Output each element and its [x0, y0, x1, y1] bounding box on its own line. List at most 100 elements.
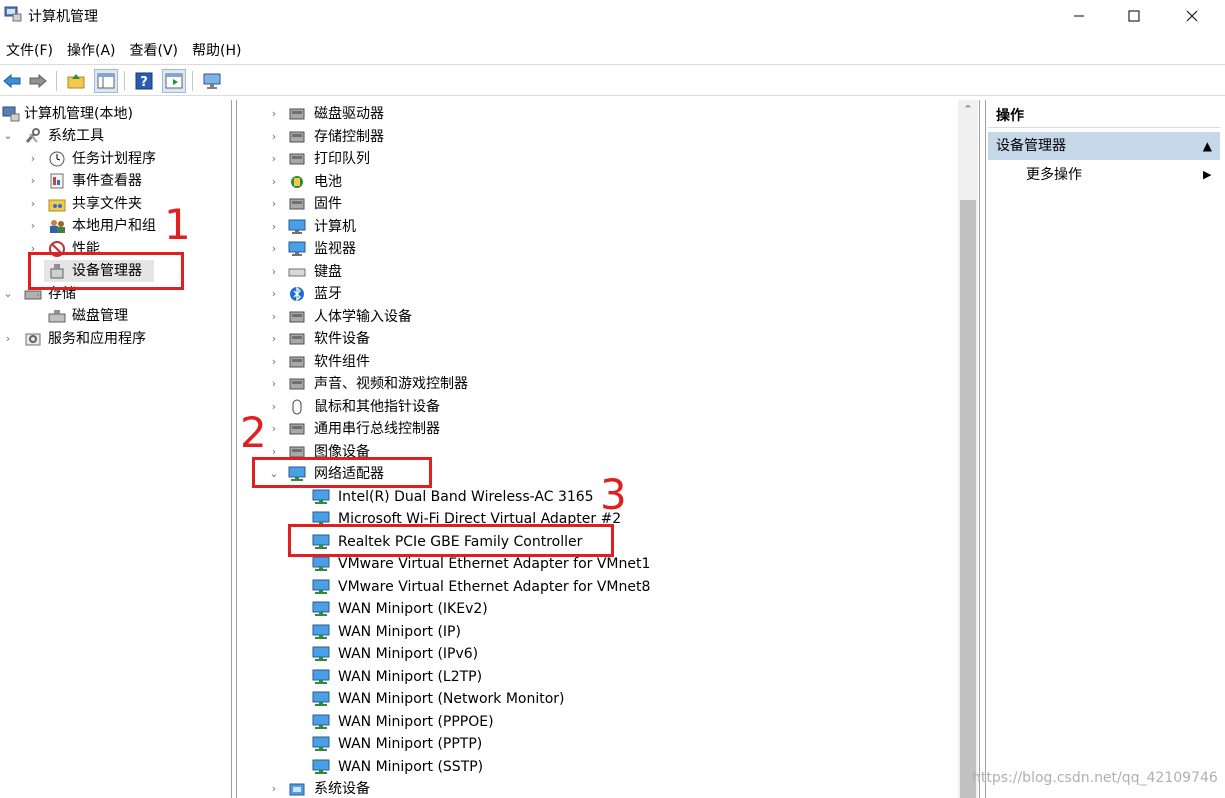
storage-controller-icon — [288, 129, 306, 145]
device-label: 软件设备 — [314, 331, 370, 347]
network-adapter-icon — [312, 646, 330, 662]
tools-icon — [24, 128, 42, 144]
chevron-right-icon[interactable]: › — [268, 418, 280, 440]
chevron-right-icon[interactable]: › — [268, 126, 280, 148]
chevron-right-icon[interactable]: › — [268, 216, 280, 238]
chevron-right-icon[interactable]: › — [268, 238, 280, 260]
network-adapter-icon — [312, 691, 330, 707]
properties-icon[interactable] — [162, 69, 186, 93]
keyboard-icon — [288, 264, 306, 280]
services-icon — [24, 331, 42, 347]
chevron-right-icon[interactable]: › — [268, 148, 280, 170]
menu-view[interactable]: 查看(V) — [124, 36, 185, 62]
network-adapter-icon — [312, 556, 330, 572]
chevron-right-icon[interactable]: › — [268, 351, 280, 373]
chevron-right-icon[interactable]: › — [268, 306, 280, 328]
submenu-arrow-icon[interactable]: ▶ — [1203, 164, 1211, 186]
window-title: 计算机管理 — [28, 9, 98, 25]
firmware-icon — [288, 196, 306, 212]
actions-section-label: 设备管理器 — [996, 138, 1066, 154]
system-devices-icon — [288, 781, 306, 797]
device-label: 蓝牙 — [314, 286, 342, 302]
show-hide-tree-icon[interactable] — [94, 69, 118, 93]
maximize-button[interactable] — [1105, 0, 1163, 32]
battery-icon — [288, 174, 306, 190]
device-label: 固件 — [314, 196, 342, 212]
chevron-right-icon[interactable]: › — [268, 261, 280, 283]
title-bar: 计算机管理 — [0, 0, 1225, 32]
menu-help[interactable]: 帮助(H) — [186, 36, 247, 62]
vertical-scrollbar[interactable]: ⌃ — [958, 100, 978, 798]
chevron-right-icon[interactable]: › — [2, 328, 14, 350]
actions-section-device-manager[interactable]: 设备管理器 ▲ — [988, 132, 1220, 160]
scroll-thumb[interactable] — [960, 200, 976, 798]
device-label: WAN Miniport (SSTP) — [338, 759, 484, 775]
chevron-right-icon[interactable]: › — [268, 396, 280, 418]
hid-icon — [288, 309, 306, 325]
chevron-down-icon[interactable]: ⌄ — [2, 283, 14, 305]
mouse-icon — [288, 399, 306, 415]
device-label: 磁盘驱动器 — [314, 106, 384, 122]
print-queue-icon — [288, 151, 306, 167]
device-label: 鼠标和其他指针设备 — [314, 399, 440, 415]
network-adapter-icon — [312, 579, 330, 595]
device-label: WAN Miniport (IP) — [338, 624, 461, 640]
software-component-icon — [288, 354, 306, 370]
network-adapter-icon — [312, 669, 330, 685]
clock-icon — [48, 151, 66, 167]
close-button[interactable] — [1163, 0, 1221, 32]
device-label: 存储控制器 — [314, 129, 384, 145]
actions-pane — [985, 100, 1221, 798]
device-label: 软件组件 — [314, 354, 370, 370]
device-label: 系统设备 — [314, 781, 370, 797]
chevron-right-icon[interactable]: › — [268, 328, 280, 350]
watermark: https://blog.csdn.net/qq_42109746 — [972, 770, 1218, 786]
actions-header: 操作 — [988, 104, 1220, 128]
chevron-right-icon[interactable]: › — [27, 215, 39, 237]
annotation-number-1: 1 — [164, 200, 191, 249]
device-label: WAN Miniport (IKEv2) — [338, 601, 488, 617]
chevron-right-icon[interactable]: › — [268, 103, 280, 125]
menu-action[interactable]: 操作(A) — [61, 36, 122, 62]
device-label: 监视器 — [314, 241, 356, 257]
chevron-down-icon[interactable]: ⌄ — [2, 125, 14, 147]
device-label: 键盘 — [314, 264, 342, 280]
software-device-icon — [288, 331, 306, 347]
svg-text:?: ? — [140, 75, 148, 90]
chevron-right-icon[interactable]: › — [268, 193, 280, 215]
monitor-icon[interactable] — [200, 69, 224, 93]
chevron-right-icon[interactable]: › — [268, 373, 280, 395]
more-actions[interactable]: 更多操作 — [1026, 164, 1082, 186]
network-adapter-icon — [312, 624, 330, 640]
device-label: WAN Miniport (L2TP) — [338, 669, 483, 685]
device-label: 通用串行总线控制器 — [314, 421, 440, 437]
computer-management-icon — [2, 106, 20, 122]
help-icon[interactable]: ? — [132, 69, 156, 93]
device-label: 打印队列 — [314, 151, 370, 167]
annotation-number-2: 2 — [240, 408, 267, 457]
back-icon[interactable] — [0, 69, 24, 93]
chevron-right-icon[interactable]: › — [268, 171, 280, 193]
menu-file[interactable]: 文件(F) — [0, 36, 59, 62]
chevron-right-icon[interactable]: › — [27, 170, 39, 192]
minimize-button[interactable] — [1050, 0, 1108, 32]
chevron-right-icon[interactable]: › — [268, 283, 280, 305]
monitor-icon — [288, 241, 306, 257]
network-adapter-icon — [312, 489, 330, 505]
chevron-right-icon[interactable]: › — [268, 778, 280, 798]
device-label: WAN Miniport (IPv6) — [338, 646, 479, 662]
menu-bar: 文件(F) 操作(A) 查看(V) 帮助(H) — [0, 36, 1225, 62]
collapse-up-icon[interactable]: ▲ — [1203, 132, 1212, 160]
device-label: WAN Miniport (PPPOE) — [338, 714, 494, 730]
up-folder-icon[interactable] — [64, 69, 88, 93]
chevron-right-icon[interactable]: › — [27, 148, 39, 170]
scroll-up-arrow[interactable]: ⌃ — [958, 100, 978, 120]
forward-icon[interactable] — [26, 69, 50, 93]
sound-icon — [288, 376, 306, 392]
device-label: 人体学输入设备 — [314, 309, 412, 325]
users-icon — [48, 218, 66, 234]
chevron-right-icon[interactable]: › — [27, 193, 39, 215]
annotation-number-3: 3 — [600, 470, 627, 519]
network-adapter-icon — [312, 736, 330, 752]
disk-drive-icon — [288, 106, 306, 122]
